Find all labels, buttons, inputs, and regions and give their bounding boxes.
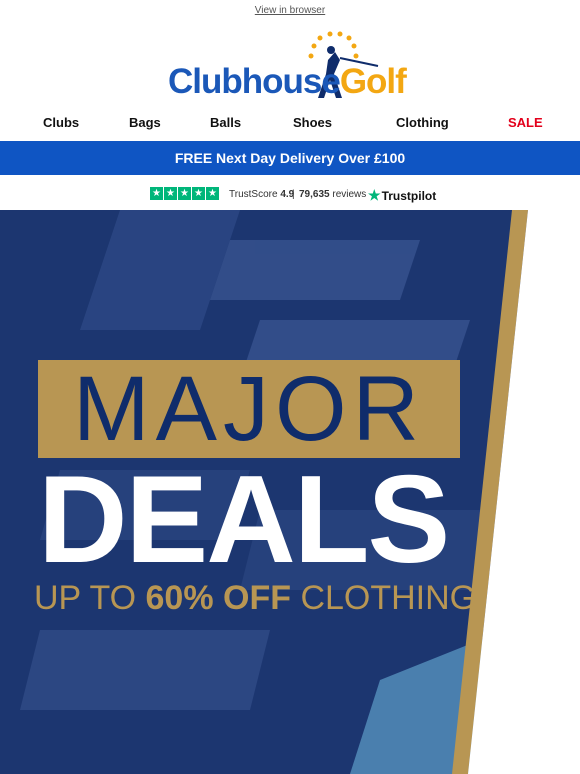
clubhouse-golf-logo[interactable]: ClubhouseGolf: [164, 30, 416, 104]
topbar: View in browser: [0, 0, 580, 24]
nav-clubs[interactable]: Clubs: [43, 115, 79, 130]
star-icon: ★: [150, 187, 163, 200]
trust-reviews: 79,635 reviews: [299, 189, 367, 200]
logo-wordmark: ClubhouseGolf: [168, 62, 407, 101]
star-icon: ★: [178, 187, 191, 200]
nav-bags[interactable]: Bags: [129, 115, 161, 130]
hero-banner[interactable]: MAJOR DEALS UP TO 60% OFF CLOTHING: [0, 210, 580, 774]
nav-clothing[interactable]: Clothing: [396, 115, 449, 130]
nav-sale[interactable]: SALE: [508, 115, 543, 130]
main-nav: Clubs Bags Balls Shoes Clothing SALE: [0, 109, 580, 139]
nav-balls[interactable]: Balls: [210, 115, 241, 130]
star-icon: ★: [164, 187, 177, 200]
trustpilot-strip[interactable]: ★ ★ ★ ★ ★ TrustScore 4.9 | 79,635 review…: [0, 183, 580, 205]
star-icon: ★: [206, 187, 219, 200]
trust-stars: ★ ★ ★ ★ ★: [150, 187, 219, 200]
hero-line-deals: DEALS: [38, 451, 450, 589]
trustpilot-brand: ★Trustpilot: [368, 187, 437, 203]
star-icon: ★: [192, 187, 205, 200]
view-in-browser-link[interactable]: View in browser: [255, 5, 325, 16]
hero-subheading: UP TO 60% OFF CLOTHING: [34, 579, 477, 617]
trust-separator: |: [292, 189, 295, 200]
delivery-banner[interactable]: FREE Next Day Delivery Over £100: [0, 141, 580, 175]
hero-line-major: MAJOR: [73, 358, 425, 460]
trust-score: TrustScore 4.9: [229, 189, 295, 200]
trustpilot-star-icon: ★: [368, 187, 381, 203]
nav-shoes[interactable]: Shoes: [293, 115, 332, 130]
